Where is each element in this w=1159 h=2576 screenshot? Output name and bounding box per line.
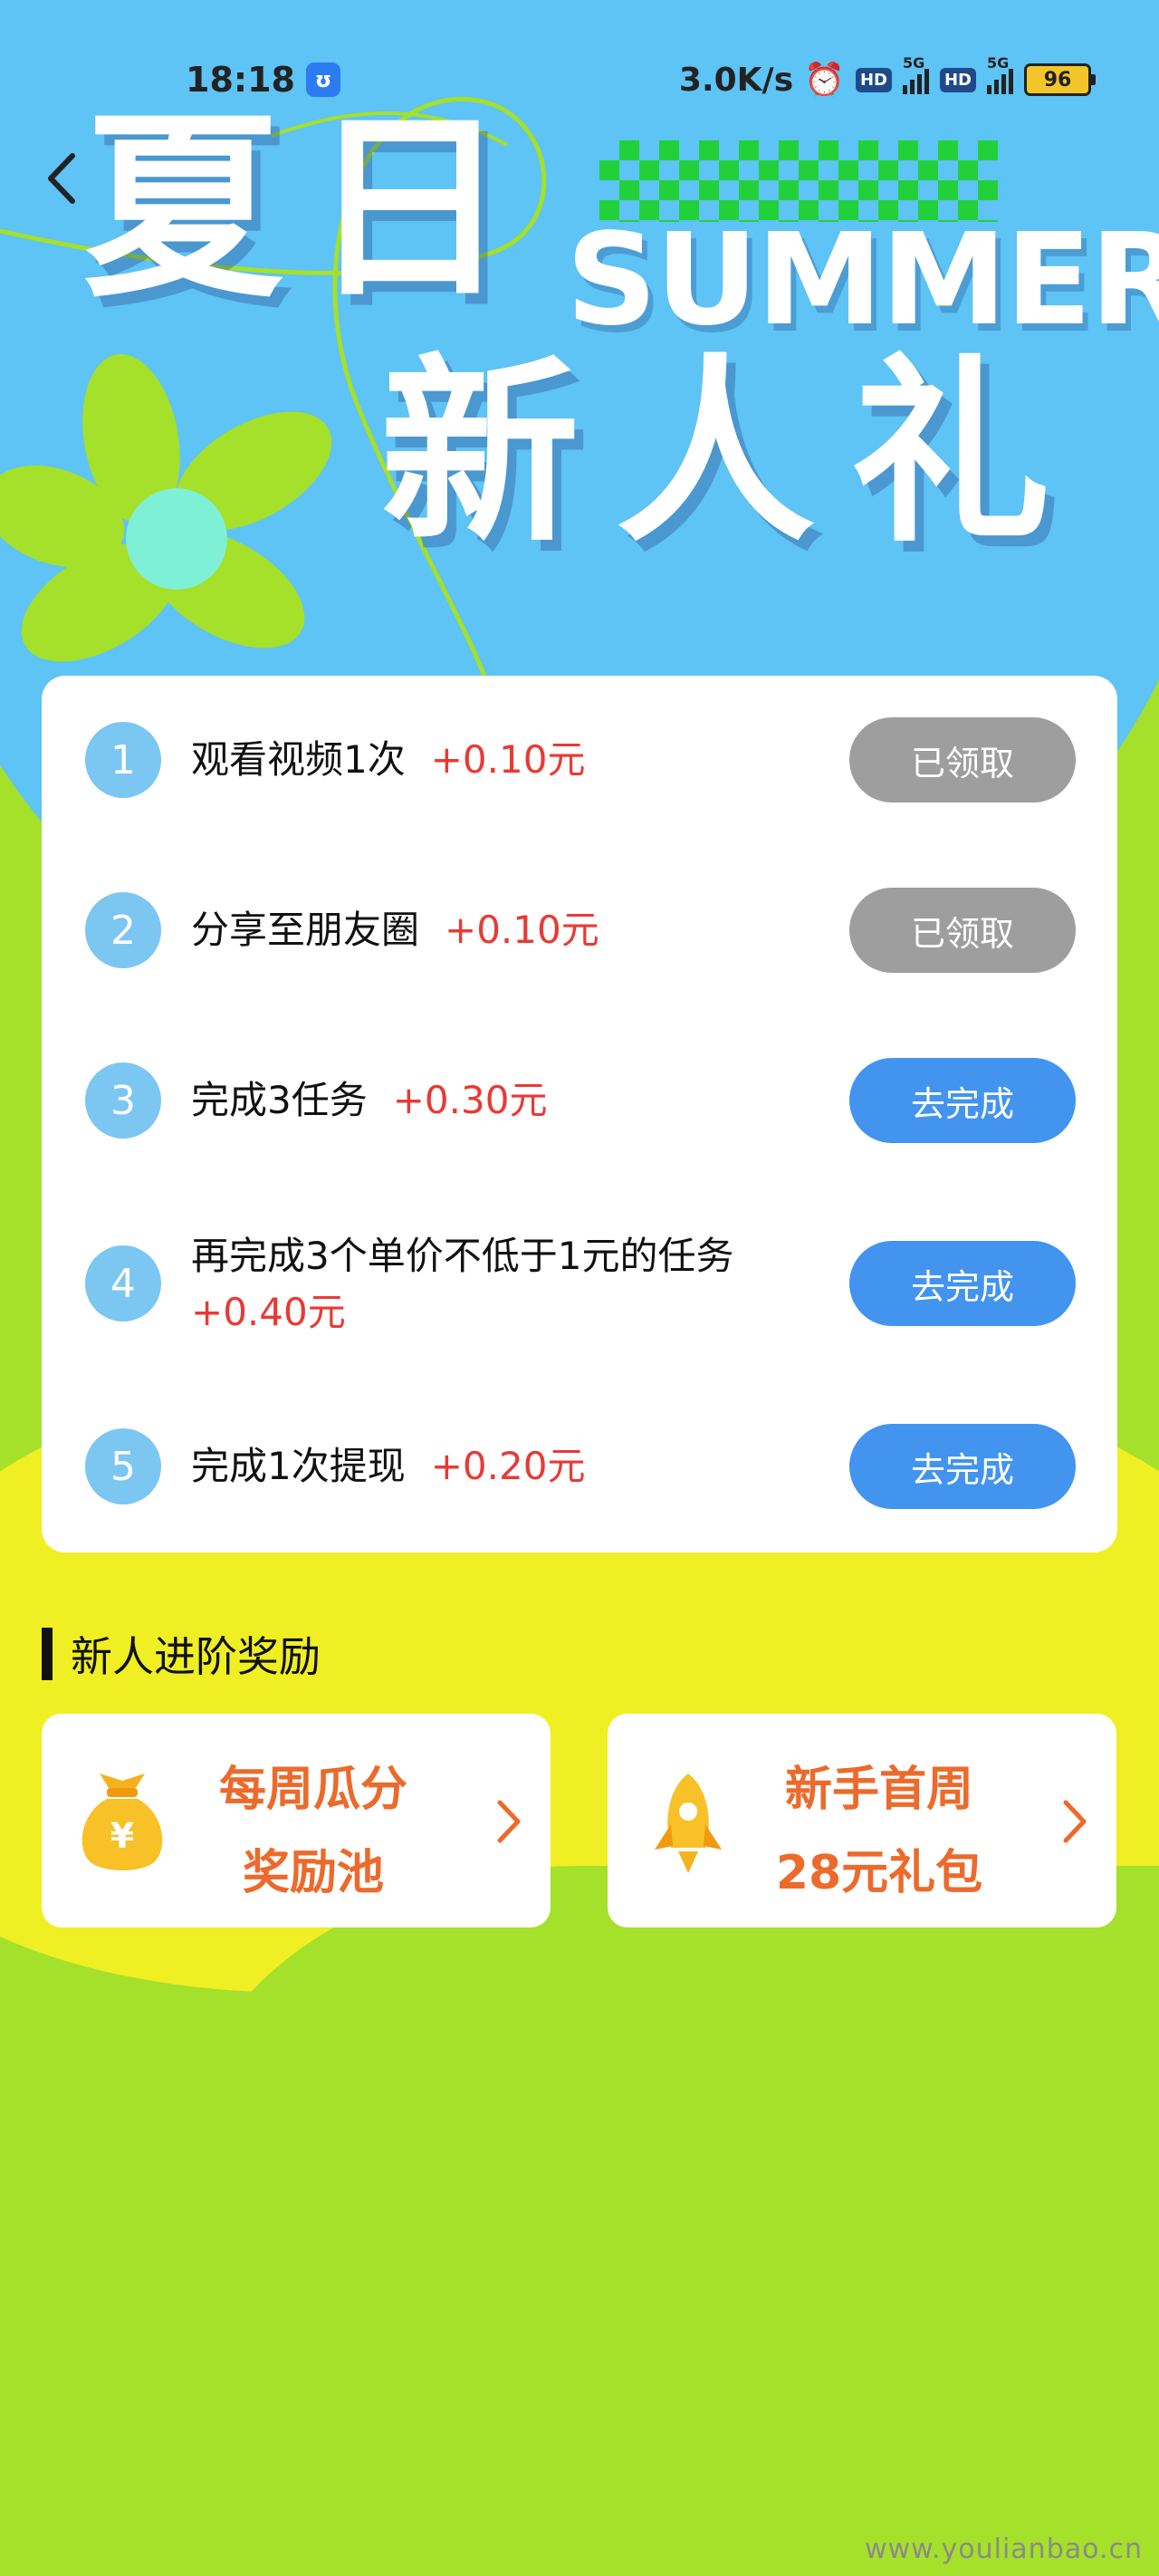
hd-badge-1: HD: [855, 67, 892, 92]
advanced-rewards-heading: 新人进阶奖励: [42, 1627, 321, 1681]
task-number: 5: [85, 1428, 161, 1504]
first-week-gift-card[interactable]: 新手首周 28元礼包: [608, 1714, 1116, 1927]
background-green-lower-shape: [181, 1866, 1159, 2576]
rocket-icon: [655, 1773, 722, 1873]
claimed-button[interactable]: 已领取: [849, 717, 1076, 803]
hero-title-line2: 新人礼: [380, 337, 1087, 569]
task-number: 3: [85, 1062, 161, 1139]
card-line1: 新手首周: [784, 1763, 973, 1817]
claimed-button[interactable]: 已领取: [849, 888, 1076, 973]
section-title: 新人进阶奖励: [71, 1632, 321, 1681]
task-number: 1: [85, 722, 161, 798]
task-text: 完成3任务 +0.30元: [191, 1072, 547, 1129]
task-number: 2: [85, 892, 161, 968]
task-row: 3 完成3任务 +0.30元 去完成: [42, 1058, 1117, 1143]
task-label: 观看视频1次: [191, 737, 406, 782]
money-bag-icon: ¥: [81, 1773, 163, 1870]
battery-level: 96: [1024, 63, 1091, 96]
card-line2: 奖励池: [242, 1846, 384, 1900]
task-number: 4: [85, 1245, 161, 1322]
hd-badge-2: HD: [939, 67, 976, 92]
card-text: 每周瓜分 奖励池: [177, 1748, 449, 1915]
watermark-text: www.youlianbao.cn: [865, 2533, 1143, 2565]
task-reward: +0.30元: [392, 1078, 548, 1122]
task-row: 2 分享至朋友圈 +0.10元 已领取: [42, 888, 1117, 973]
task-reward: +0.20元: [430, 1444, 586, 1488]
signal-icon-1: 5G: [902, 54, 929, 94]
weekly-pool-card[interactable]: ¥ 每周瓜分 奖励池: [42, 1714, 551, 1927]
task-label: 完成3任务: [191, 1078, 368, 1122]
chevron-right-icon: [497, 1800, 521, 1843]
go-complete-button[interactable]: 去完成: [849, 1241, 1076, 1326]
net-speed: 3.0K/s: [678, 61, 794, 99]
task-label: 完成1次提现: [191, 1444, 406, 1488]
task-text: 完成1次提现 +0.20元: [191, 1438, 585, 1495]
alarm-icon: ⏰: [804, 62, 845, 99]
back-icon[interactable]: [36, 147, 91, 210]
task-text: 分享至朋友圈 +0.10元: [191, 902, 599, 958]
task-reward: +0.40元: [191, 1290, 346, 1334]
task-label: 分享至朋友圈: [191, 908, 420, 952]
task-card: 1 观看视频1次 +0.10元 已领取 2 分享至朋友圈 +0.10元 已领取 3 …: [42, 676, 1117, 1552]
task-reward: +0.10元: [445, 908, 599, 952]
task-label: 再完成3个单价不低于1元的任务: [191, 1234, 734, 1278]
task-text: 再完成3个单价不低于1元的任务 +0.40元: [191, 1228, 733, 1341]
signal-net-label-1: 5G: [902, 54, 925, 72]
card-line2: 28元礼包: [775, 1846, 983, 1900]
signal-icon-2: 5G: [987, 54, 1013, 94]
chevron-right-icon: [1063, 1800, 1087, 1843]
task-reward: +0.10元: [430, 737, 586, 782]
hero-title-line1: 夏日: [83, 92, 537, 324]
go-complete-button[interactable]: 去完成: [849, 1058, 1076, 1143]
card-line1: 每周瓜分: [218, 1763, 407, 1817]
task-text: 观看视频1次 +0.10元: [191, 732, 585, 788]
svg-text:¥: ¥: [110, 1816, 134, 1856]
task-row: 5 完成1次提现 +0.20元 去完成: [42, 1424, 1117, 1509]
card-text: 新手首周 28元礼包: [743, 1748, 1015, 1915]
status-right: 3.0K/s ⏰ HD 5G HD 5G 96: [678, 54, 1096, 99]
signal-net-label-2: 5G: [987, 54, 1010, 72]
go-complete-button[interactable]: 去完成: [849, 1424, 1076, 1509]
heading-accent-bar: [42, 1628, 53, 1680]
hero-title-en: SUMMER: [566, 207, 1159, 354]
battery-icon: 96: [1024, 63, 1096, 96]
task-row: 1 观看视频1次 +0.10元 已领取: [42, 717, 1117, 803]
task-row: 4 再完成3个单价不低于1元的任务 +0.40元 去完成: [42, 1234, 1117, 1334]
